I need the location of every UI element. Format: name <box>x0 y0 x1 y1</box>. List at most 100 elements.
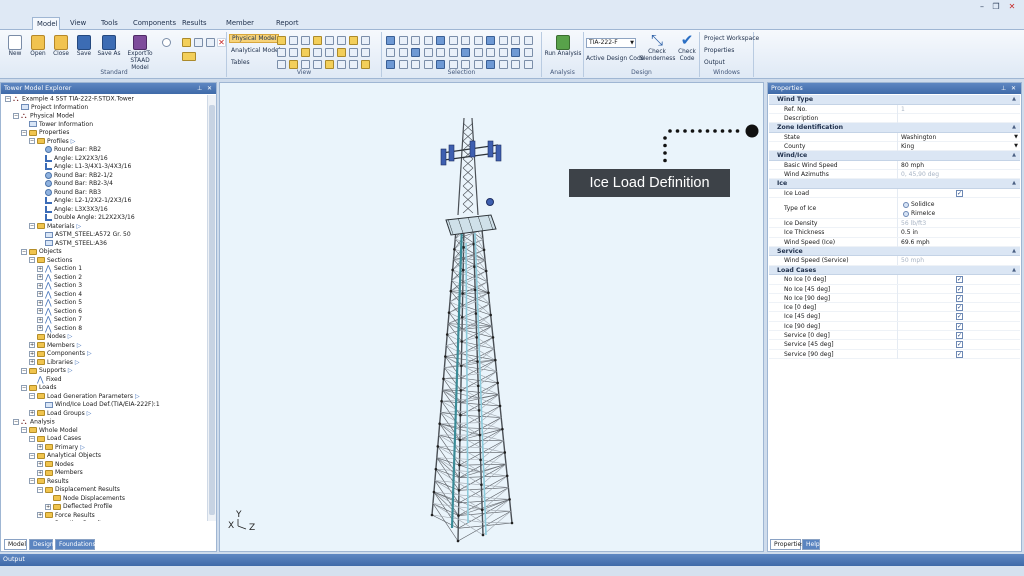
tree-item[interactable]: Double Angle: 2L2X2X3/16 <box>37 214 135 223</box>
tree-item[interactable]: Angle: L2X2X3/16 <box>37 154 108 164</box>
collapse-icon[interactable]: − <box>29 138 35 144</box>
properties-tab-help[interactable]: Help <box>802 539 820 550</box>
checkbox[interactable]: ✓ <box>956 332 963 340</box>
close-icon[interactable]: ✕ <box>207 83 212 94</box>
tree-item[interactable]: − ⛬ Analysis <box>13 418 55 427</box>
explorer-scrollbar[interactable] <box>207 95 216 521</box>
export-staad-button[interactable]: ExportTo STAAD Model <box>122 35 158 72</box>
tree-item[interactable]: + Reaction Results <box>37 520 105 521</box>
run-analysis-button[interactable]: Run Analysis <box>544 35 582 58</box>
selection-tool-icon[interactable] <box>523 60 533 69</box>
tree-item[interactable]: − Displacement Results <box>37 486 120 495</box>
expand-icon[interactable]: + <box>37 308 43 314</box>
tree-item[interactable]: − ⛬ Example 4 SST TIA-222-F.STDX.Tower <box>5 95 134 104</box>
radio-option[interactable]: RimeIce <box>903 209 935 218</box>
selection-tool-icon[interactable] <box>461 60 470 69</box>
tables-button[interactable]: Tables <box>231 59 250 66</box>
tree-item[interactable]: Nodes ▷ <box>29 333 72 342</box>
selection-tool-icon[interactable] <box>473 36 483 45</box>
view-tool-icon[interactable] <box>301 48 310 57</box>
expand-icon[interactable]: + <box>37 520 43 521</box>
cut-icon[interactable] <box>194 38 203 47</box>
play-arrow-icon[interactable]: ▷ <box>77 342 82 349</box>
close-icon[interactable]: ✕ <box>1011 83 1016 94</box>
view-tool-icon[interactable] <box>289 48 298 57</box>
property-value[interactable]: 80 mph <box>897 160 1020 170</box>
selection-tool-icon[interactable] <box>511 48 520 57</box>
play-arrow-icon[interactable]: ▷ <box>77 223 82 230</box>
tree-item[interactable]: − Supports ▷ <box>21 367 72 376</box>
expand-icon[interactable]: + <box>37 291 43 297</box>
tree-item[interactable]: − Properties <box>21 129 69 138</box>
tree-item[interactable]: + Libraries ▷ <box>29 359 80 368</box>
tree-item[interactable]: + ⋀ Section 2 <box>37 273 82 283</box>
collapse-icon[interactable]: − <box>37 486 43 493</box>
expand-icon[interactable]: + <box>37 282 43 289</box>
property-value[interactable]: ✓ <box>897 349 1020 359</box>
play-arrow-icon[interactable]: ▷ <box>68 367 73 374</box>
output-panel-header[interactable]: Output <box>0 554 1024 566</box>
tree-item[interactable]: Angle: L3X3X3/16 <box>37 205 108 215</box>
explorer-tab-foundations[interactable]: Foundations <box>55 539 96 550</box>
delete-icon[interactable]: ✕ <box>217 38 226 47</box>
tree-item[interactable]: + ⋀ Section 7 <box>37 316 82 325</box>
view-tool-icon[interactable] <box>289 60 298 69</box>
collapse-icon[interactable]: − <box>29 257 35 263</box>
tree-item[interactable]: Round Bar: RB3 <box>37 188 101 198</box>
selection-tool-icon[interactable] <box>448 48 458 57</box>
collapse-icon[interactable]: − <box>21 248 27 255</box>
save-button[interactable]: Save <box>73 35 95 58</box>
expand-icon[interactable]: + <box>37 265 43 272</box>
tree-item[interactable]: + Primary ▷ <box>37 444 85 453</box>
property-value[interactable]: ✓ <box>897 331 1020 341</box>
selection-tool-icon[interactable] <box>486 48 495 57</box>
model-viewport[interactable]: Ice Load Definition Y X Z <box>219 82 764 552</box>
play-arrow-icon[interactable]: ▷ <box>68 333 73 340</box>
tab-tools[interactable]: Tools <box>97 17 119 30</box>
tree-item[interactable]: − Load Generation Parameters ▷ <box>29 393 140 402</box>
expand-icon[interactable]: + <box>45 503 51 510</box>
property-value[interactable]: Washington ▼ <box>897 132 1020 142</box>
properties-tab-properties[interactable]: Properties <box>770 539 804 550</box>
chevron-down-icon[interactable]: ▼ <box>1014 133 1018 142</box>
tab-member-design[interactable]: Member Design <box>215 17 265 39</box>
selection-tool-icon[interactable] <box>498 48 508 57</box>
checkbox[interactable]: ✓ <box>956 276 963 284</box>
tree-item[interactable]: Round Bar: RB2-3/4 <box>37 180 113 189</box>
view-tool-icon[interactable] <box>349 60 358 69</box>
view-tool-icon[interactable] <box>325 36 334 45</box>
property-value[interactable]: ✓ <box>897 284 1020 294</box>
property-section-header[interactable]: Wind Type ▲ <box>769 95 1020 105</box>
view-tool-icon[interactable] <box>337 60 346 69</box>
expand-icon[interactable]: + <box>29 410 35 416</box>
selection-tool-icon[interactable] <box>386 60 395 69</box>
property-value[interactable]: ✓ <box>897 321 1020 331</box>
view-tool-icon[interactable] <box>349 48 358 57</box>
selection-tool-icon[interactable] <box>411 36 420 45</box>
tree-item[interactable]: − Results <box>29 478 69 487</box>
property-value[interactable]: 69.6 mph <box>897 237 1020 247</box>
explorer-tab-model[interactable]: Model <box>4 539 27 550</box>
collapse-icon[interactable]: − <box>21 427 27 433</box>
collapse-chevron-icon[interactable]: ▲ <box>1012 151 1016 160</box>
collapse-icon[interactable]: − <box>29 393 35 399</box>
options-icon[interactable] <box>162 38 171 47</box>
selection-tool-icon[interactable] <box>473 48 483 57</box>
expand-icon[interactable]: + <box>37 299 43 306</box>
scrollbar-thumb[interactable] <box>209 105 215 515</box>
play-arrow-icon[interactable]: ▷ <box>87 350 92 357</box>
expand-icon[interactable]: + <box>37 274 43 280</box>
selection-tool-icon[interactable] <box>461 36 470 45</box>
checkbox[interactable]: ✓ <box>956 322 963 330</box>
check-code-button[interactable]: ✔ Check Code <box>676 33 698 63</box>
tree-item[interactable]: ASTM_STEEL:A36 <box>37 240 107 249</box>
view-tool-icon[interactable] <box>313 60 322 69</box>
new-button[interactable]: New <box>4 35 26 58</box>
collapse-icon[interactable]: − <box>5 96 11 102</box>
selection-tool-icon[interactable] <box>523 48 533 57</box>
expand-icon[interactable]: + <box>37 469 43 476</box>
tree-item[interactable]: ⋀ Fixed <box>29 375 62 385</box>
collapse-chevron-icon[interactable]: ▲ <box>1012 247 1016 256</box>
selection-tool-icon[interactable] <box>398 36 408 45</box>
view-tool-icon[interactable] <box>337 36 346 45</box>
